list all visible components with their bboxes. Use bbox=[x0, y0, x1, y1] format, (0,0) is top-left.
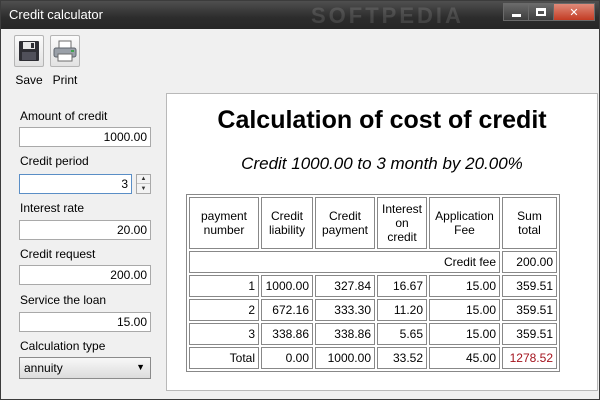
report-title: Calculation of cost of credit bbox=[217, 106, 547, 134]
spin-down-button[interactable]: ▼ bbox=[137, 184, 150, 193]
table-row: 1 1000.00 327.84 16.67 15.00 359.51 bbox=[189, 275, 557, 297]
minimize-button[interactable] bbox=[503, 3, 529, 21]
cell-number: 1 bbox=[189, 275, 259, 297]
total-fee: 45.00 bbox=[429, 347, 500, 369]
toolbar: Save Print bbox=[1, 29, 599, 93]
maximize-button[interactable] bbox=[528, 3, 554, 21]
period-label: Credit period bbox=[20, 154, 89, 168]
total-sum: 1278.52 bbox=[502, 347, 557, 369]
watermark: SOFTPEDIA bbox=[311, 3, 464, 28]
request-label: Credit request bbox=[20, 247, 96, 261]
header-interest: Interest on credit bbox=[377, 197, 427, 249]
fee-row: Credit fee 200.00 bbox=[189, 251, 557, 273]
save-label: Save bbox=[15, 73, 43, 87]
payment-table: payment number Credit liability Credit p… bbox=[186, 194, 560, 372]
total-liability: 0.00 bbox=[261, 347, 313, 369]
cell-payment: 333.30 bbox=[315, 299, 375, 321]
cell-fee: 15.00 bbox=[429, 299, 500, 321]
chevron-down-icon: ▼ bbox=[140, 185, 147, 192]
cell-sum: 359.51 bbox=[502, 323, 557, 345]
report-subtitle: Credit 1000.00 to 3 month by 20.00% bbox=[241, 154, 523, 173]
cell-sum: 359.51 bbox=[502, 275, 557, 297]
period-spinner: ▲ ▼ bbox=[136, 174, 151, 194]
close-icon: ✕ bbox=[569, 6, 579, 19]
calc-type-select[interactable]: annuity ▼ bbox=[19, 357, 151, 379]
minimize-icon bbox=[511, 13, 521, 17]
total-payment: 1000.00 bbox=[315, 347, 375, 369]
cell-fee: 15.00 bbox=[429, 275, 500, 297]
header-payment-number: payment number bbox=[189, 197, 259, 249]
cell-fee: 15.00 bbox=[429, 323, 500, 345]
total-row: Total 0.00 1000.00 33.52 45.00 1278.52 bbox=[189, 347, 557, 369]
cell-liability: 1000.00 bbox=[261, 275, 313, 297]
cell-liability: 672.16 bbox=[261, 299, 313, 321]
print-label: Print bbox=[52, 73, 78, 87]
printer-icon bbox=[50, 35, 80, 67]
header-credit-payment: Credit payment bbox=[315, 197, 375, 249]
period-input[interactable]: 3 bbox=[19, 174, 132, 194]
cell-payment: 338.86 bbox=[315, 323, 375, 345]
title-bar[interactable]: Credit calculator SOFTPEDIA ✕ bbox=[1, 1, 599, 29]
report-view: Calculation of cost of credit Credit 100… bbox=[166, 93, 598, 391]
table-header-row: payment number Credit liability Credit p… bbox=[189, 197, 557, 249]
credit-parameters-panel: Amount of credit 1000.00 Credit period 3… bbox=[9, 100, 159, 390]
app-window: Credit calculator SOFTPEDIA ✕ Save Print… bbox=[0, 0, 600, 400]
cell-interest: 16.67 bbox=[377, 275, 427, 297]
total-interest: 33.52 bbox=[377, 347, 427, 369]
amount-input[interactable]: 1000.00 bbox=[19, 127, 151, 147]
rate-input[interactable]: 20.00 bbox=[19, 220, 151, 240]
chevron-up-icon: ▲ bbox=[140, 176, 147, 182]
service-label: Service the loan bbox=[20, 293, 107, 307]
cell-number: 2 bbox=[189, 299, 259, 321]
cell-interest: 5.65 bbox=[377, 323, 427, 345]
print-button[interactable]: Print bbox=[48, 35, 82, 87]
close-button[interactable]: ✕ bbox=[553, 3, 595, 21]
spin-up-button[interactable]: ▲ bbox=[137, 175, 150, 184]
window-title: Credit calculator bbox=[9, 7, 103, 22]
cell-liability: 338.86 bbox=[261, 323, 313, 345]
window-controls: ✕ bbox=[503, 3, 595, 21]
cell-payment: 327.84 bbox=[315, 275, 375, 297]
cell-sum: 359.51 bbox=[502, 299, 557, 321]
rate-label: Interest rate bbox=[20, 201, 85, 215]
calc-type-value: annuity bbox=[24, 361, 63, 375]
header-application-fee: Application Fee bbox=[429, 197, 500, 249]
service-input[interactable]: 15.00 bbox=[19, 312, 151, 332]
header-credit-liability: Credit liability bbox=[261, 197, 313, 249]
total-label: Total bbox=[189, 347, 259, 369]
amount-label: Amount of credit bbox=[20, 109, 108, 123]
table-row: 2 672.16 333.30 11.20 15.00 359.51 bbox=[189, 299, 557, 321]
fee-label: Credit fee bbox=[189, 251, 500, 273]
table-row: 3 338.86 338.86 5.65 15.00 359.51 bbox=[189, 323, 557, 345]
fee-value: 200.00 bbox=[502, 251, 557, 273]
dropdown-arrow-icon: ▼ bbox=[136, 362, 145, 372]
header-sum-total: Sum total bbox=[502, 197, 557, 249]
request-input[interactable]: 200.00 bbox=[19, 265, 151, 285]
cell-number: 3 bbox=[189, 323, 259, 345]
calc-type-label: Calculation type bbox=[20, 339, 106, 353]
floppy-disk-icon bbox=[14, 35, 44, 67]
maximize-icon bbox=[536, 8, 546, 16]
save-button[interactable]: Save bbox=[12, 35, 46, 87]
cell-interest: 11.20 bbox=[377, 299, 427, 321]
